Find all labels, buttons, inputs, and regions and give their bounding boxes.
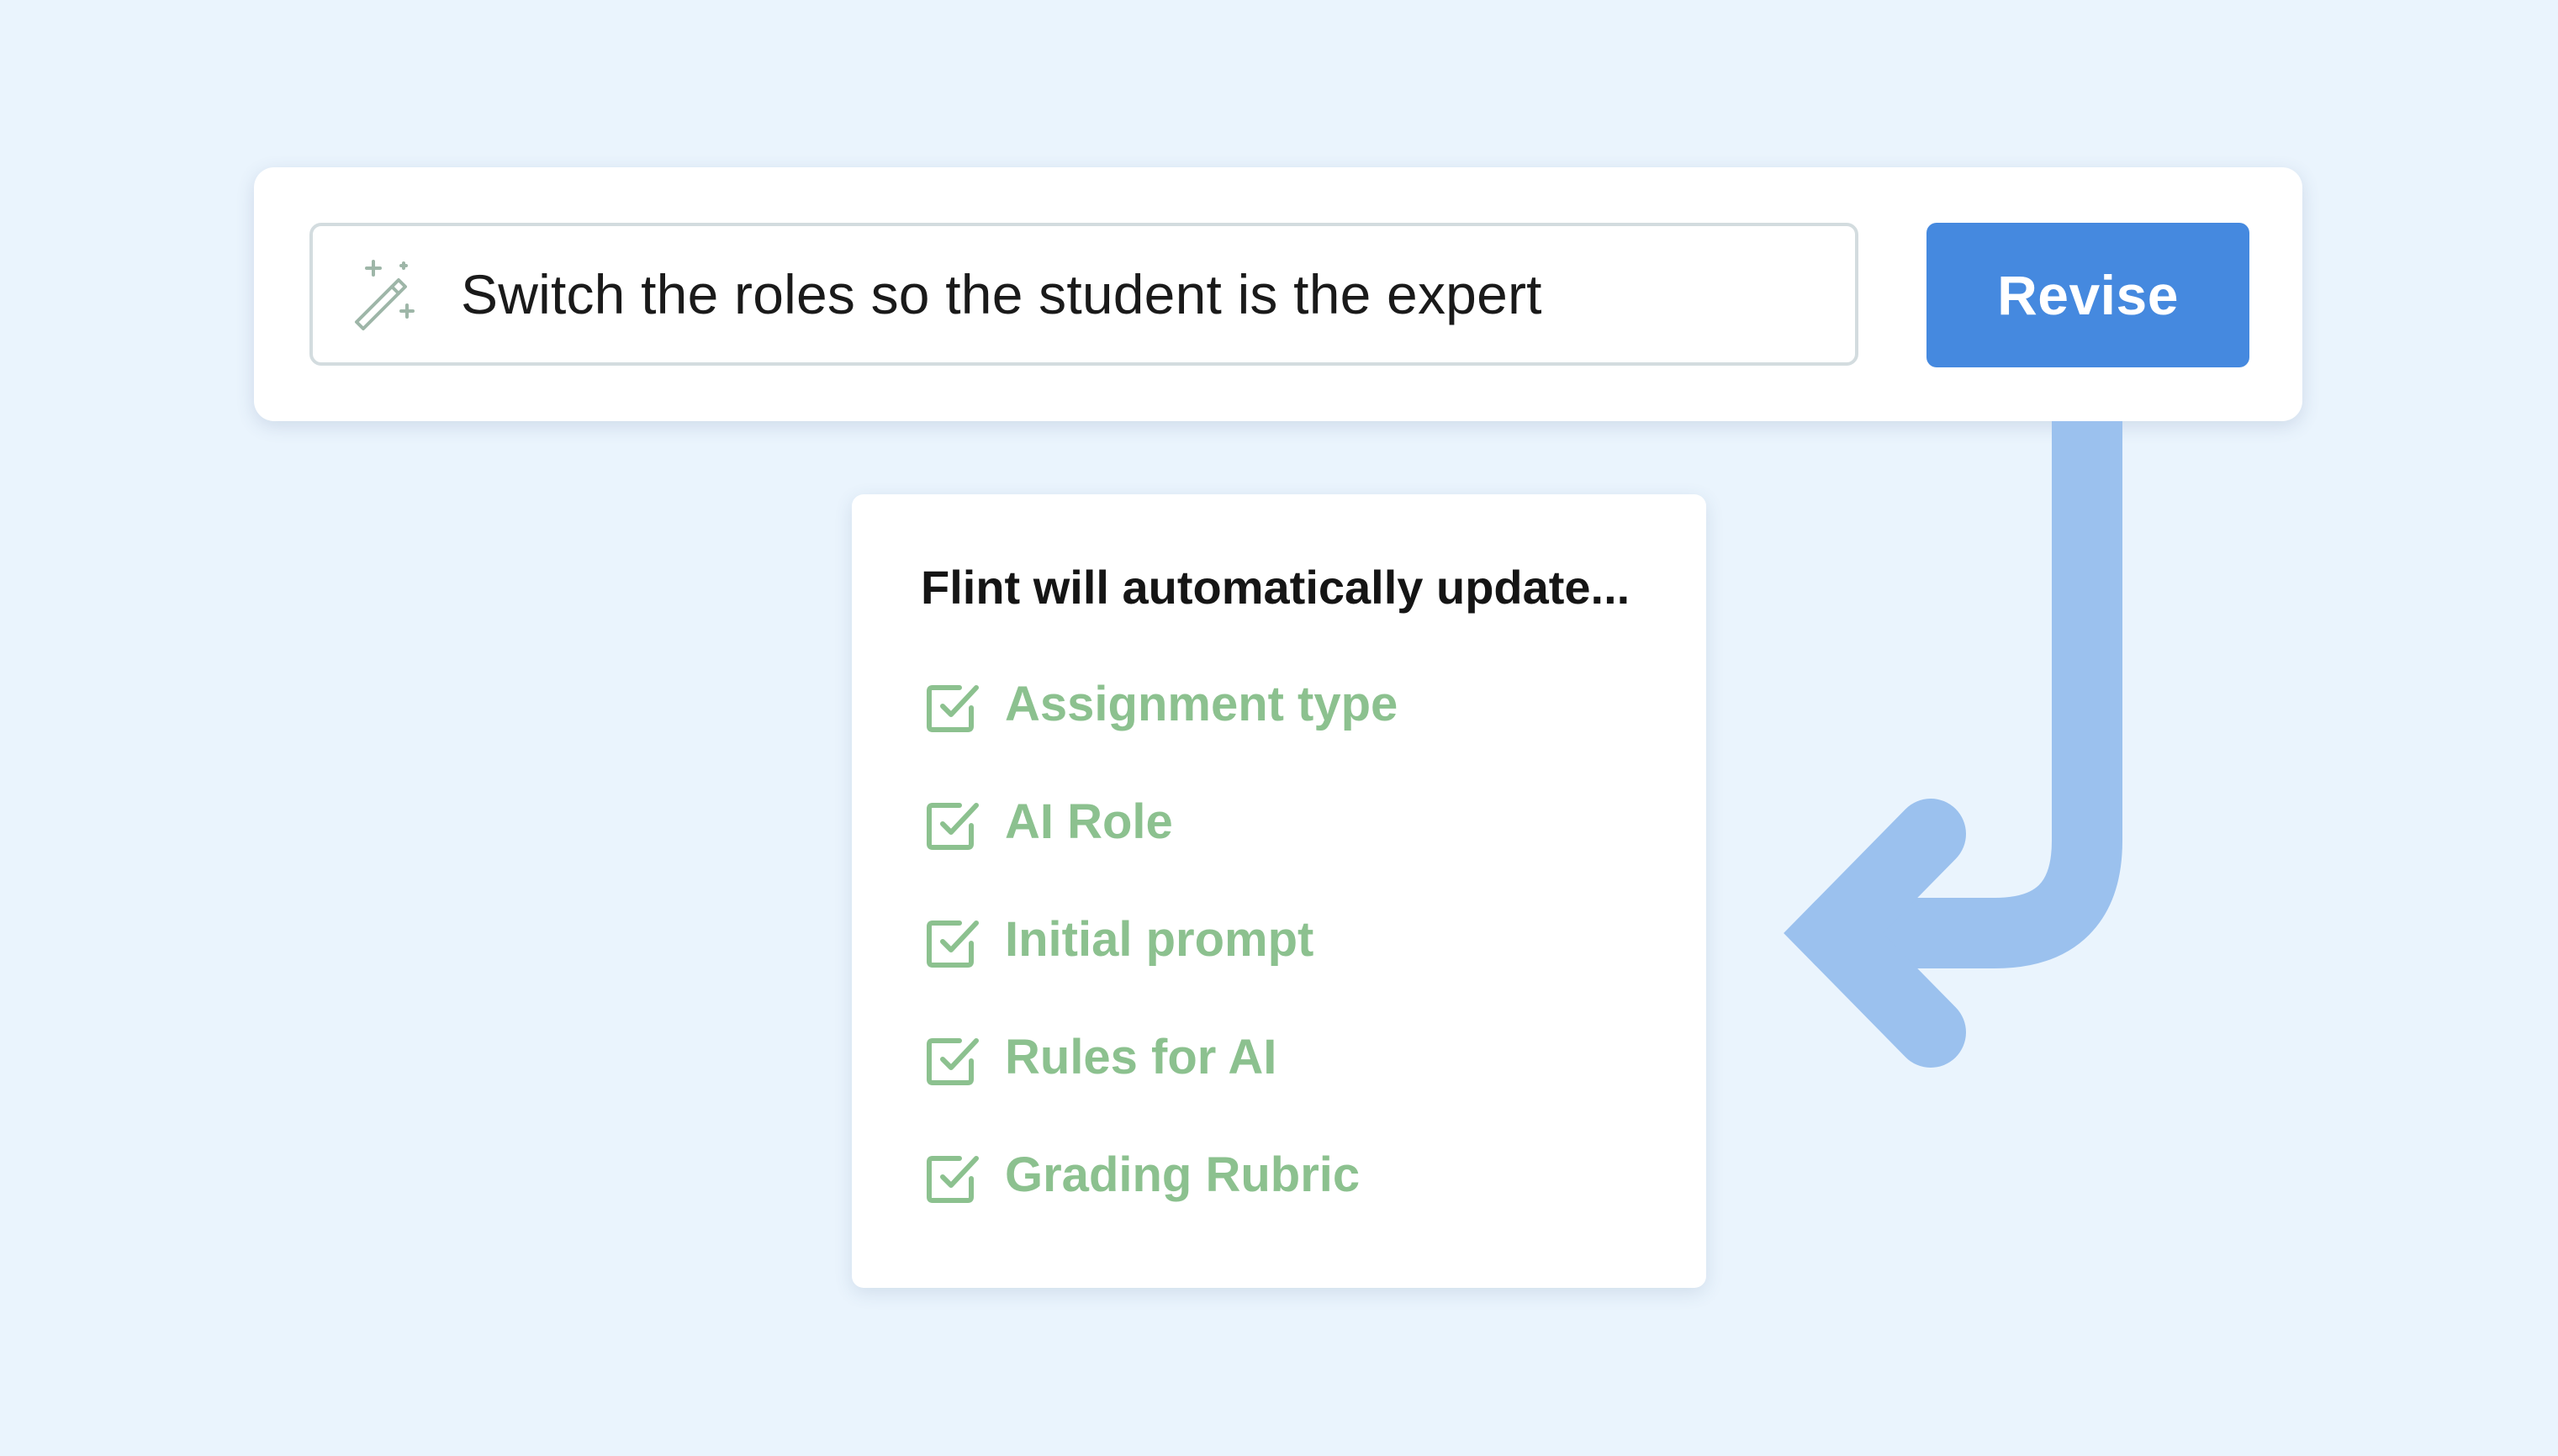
list-item: Grading Rubric: [924, 1147, 1398, 1264]
list-item: Assignment type: [924, 676, 1398, 794]
checked-box-icon: [927, 921, 979, 968]
magic-wand-icon: [355, 260, 415, 330]
update-item-label: Initial prompt: [1005, 912, 1314, 967]
update-item-label: Grading Rubric: [1005, 1147, 1361, 1202]
update-item-label: Assignment type: [1005, 677, 1398, 731]
list-item: Initial prompt: [924, 911, 1398, 1029]
auto-update-list: Assignment type AI Role Initial prompt R…: [924, 676, 1398, 1264]
checked-box-icon: [927, 1038, 979, 1085]
checked-box-icon: [927, 803, 979, 850]
update-item-label: Rules for AI: [1005, 1030, 1277, 1084]
revise-button[interactable]: Revise: [1926, 223, 2249, 367]
revise-prompt-text: Switch the roles so the student is the e…: [461, 263, 1542, 325]
revise-bar: Switch the roles so the student is the e…: [254, 167, 2302, 421]
list-item: Rules for AI: [924, 1029, 1398, 1147]
auto-update-panel: Flint will automatically update... Assig…: [852, 494, 1706, 1288]
auto-update-title: Flint will automatically update...: [921, 561, 1630, 614]
checked-box-icon: [927, 1156, 979, 1203]
update-item-label: AI Role: [1005, 794, 1173, 849]
list-item: AI Role: [924, 794, 1398, 911]
checked-box-icon: [927, 685, 979, 732]
revise-prompt-input[interactable]: Switch the roles so the student is the e…: [309, 223, 1858, 366]
